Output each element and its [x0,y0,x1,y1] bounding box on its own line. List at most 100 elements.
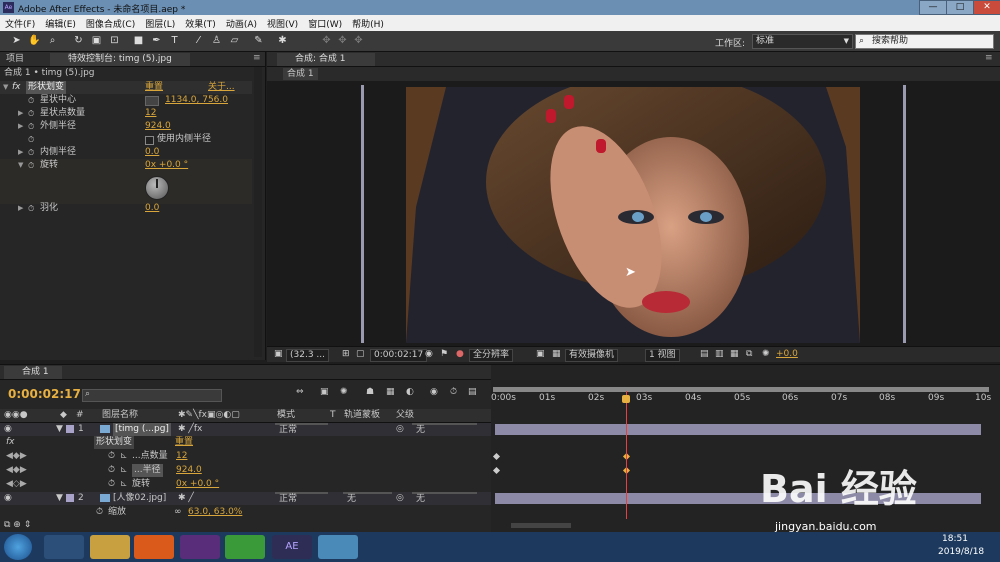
comp-mini-flowchart-icon[interactable]: ⇔ [296,387,304,397]
menu-edit[interactable]: 编辑(E) [40,15,81,30]
timeline-timecode[interactable]: 0:00:02:17 [8,387,81,401]
comp-subtab[interactable]: 合成 1 [283,68,318,80]
tab-project[interactable]: 项目 [2,53,28,66]
clock-time[interactable]: 18:51 [942,534,968,544]
tab-effect-controls[interactable]: 特效控制台: timg (5).jpg [50,53,190,66]
property-value[interactable]: 0.0 [145,202,159,215]
layer-row[interactable]: ◉ ▼ 2 [人像02.jpg] ✱ ╱ 正常 无 ◎ 无 [0,492,491,505]
composition-image[interactable]: ➤ [406,87,860,343]
property-value[interactable]: 63.0, 63.0% [188,506,242,519]
pen-tool-icon[interactable]: ✒ [150,34,163,47]
brainstorm-icon[interactable]: ◐ [406,387,414,397]
label-color-swatch[interactable] [66,494,74,502]
menu-effect[interactable]: 效果(T) [180,15,221,30]
menu-window[interactable]: 窗口(W) [303,15,347,30]
clock-date[interactable]: 2019/8/18 [938,547,984,557]
view-layout-select[interactable]: 1 视图 [645,349,680,362]
motion-blur-icon[interactable]: ▦ [386,387,395,397]
always-preview-icon[interactable]: ▣ [271,349,286,360]
parent-pickwhip-icon[interactable]: ◎ [396,423,404,436]
maximize-button[interactable]: □ [946,0,974,15]
layer-switches-icon[interactable]: ✱ ╱ [178,492,194,505]
property-row[interactable]: ◀◆▶ ⏱ ⊾ ...点数量 12 [0,450,491,463]
property-value[interactable]: 924.0 [145,120,171,133]
stopwatch-icon[interactable]: ⏱ [28,120,34,133]
work-area-bar[interactable] [493,387,989,392]
layer-switches-icon[interactable]: ✱ ╱fx [178,423,202,436]
eye-icon[interactable]: ◉ [4,423,12,436]
viewer-timecode[interactable]: 0:00:02:17 [370,349,428,362]
mode-select[interactable]: 正常 [275,492,328,504]
stopwatch-icon[interactable]: ⏱ [108,464,115,477]
property-value[interactable]: 12 [145,107,156,120]
rotation-dial[interactable] [145,176,169,200]
menu-help[interactable]: 帮助(H) [347,15,389,30]
zoom-select[interactable]: (32.3 ... [286,349,329,362]
effect-name[interactable]: 形状划变 [26,81,67,94]
transparency-grid-icon[interactable]: ▦ [549,349,564,360]
expand-triangle-icon[interactable]: ▶ [18,107,23,120]
layer-row[interactable]: ◉ ▼ 1 [timg (...pg] ✱ ╱fx 正常 ◎ 无 [0,423,491,436]
property-value[interactable]: 0.0 [145,146,159,159]
property-value[interactable]: 0x +0.0 ° [145,159,188,172]
camera-select[interactable]: 有效摄像机 [565,349,619,362]
expand-triangle-icon[interactable]: ▶ [18,146,23,159]
taskbar-player-icon[interactable] [180,535,220,559]
eraser-tool-icon[interactable]: ▱ [228,34,241,47]
parent-select[interactable]: 无 [412,492,477,504]
property-value[interactable]: 924.0 [176,464,202,477]
taskbar-firefox-icon[interactable] [134,535,174,559]
toggle-pixel-icon[interactable]: ▤ [697,349,712,360]
effect-about-link[interactable]: 关于... [208,81,235,94]
layer-name[interactable]: [人像02.jpg] [113,492,166,505]
taskbar-ae-icon[interactable]: AE [272,535,312,559]
stopwatch-icon[interactable]: ⏱ [28,146,34,159]
stopwatch-icon[interactable]: ⏱ [28,94,34,107]
panel-scrollbar[interactable] [254,67,262,357]
close-button[interactable]: ✕ [973,0,1000,15]
region-of-interest-icon[interactable]: ▣ [533,349,548,360]
view-axis-icon[interactable]: ✥ [352,34,365,47]
trkmat-select[interactable]: 无 [343,492,392,504]
effect-row[interactable]: fx 形状划变 重置 [0,436,491,449]
keyframe[interactable] [492,466,501,475]
panel-menu-icon[interactable]: ≡ [253,53,261,63]
graph-editor-icon[interactable]: ▤ [468,387,477,397]
layer-1-duration-bar[interactable] [495,424,981,435]
layer-name-header[interactable]: 图层名称 [102,409,138,422]
draft-3d-icon[interactable]: ▣ [320,387,329,397]
auto-keyframe-icon[interactable]: ◉ [430,387,438,397]
property-value[interactable]: 12 [176,450,187,463]
clone-stamp-tool-icon[interactable]: ♙ [210,34,223,47]
panel-menu-icon[interactable]: ≡ [985,53,993,63]
comp-flowchart-icon[interactable]: ⧉ [743,349,755,360]
collapse-triangle-icon[interactable]: ▼ [18,159,23,172]
parent-pickwhip-icon[interactable]: ◎ [396,492,404,505]
layer-name[interactable]: [timg (...pg] [113,423,171,436]
expand-triangle-icon[interactable]: ▶ [18,202,23,215]
property-row[interactable]: ⏱ 缩放 ∞ 63.0, 63.0% [0,506,491,519]
stopwatch-icon[interactable]: ⏱ [28,202,34,215]
zoom-slider[interactable] [511,523,571,528]
use-inner-radius-checkbox[interactable] [145,136,154,145]
fx-icon[interactable]: fx [6,436,15,449]
keyframe-navigator-icon[interactable]: ◀◆▶ [6,464,27,477]
rotate-tool-icon[interactable]: ↻ [72,34,85,47]
taskbar-app-icon[interactable] [318,535,358,559]
mode-select[interactable]: 正常 [275,423,328,435]
crosshair-point-icon[interactable] [145,96,159,106]
shy-layers-icon[interactable]: ✺ [340,387,348,397]
hand-tool-icon[interactable]: ✋ [28,34,41,47]
help-search-input[interactable]: ⌕ 搜索帮助 [855,34,994,49]
parent-select[interactable]: 无 [412,423,477,435]
fx-icon[interactable]: fx [12,81,21,94]
stopwatch-icon[interactable]: ⏱ [28,159,34,172]
channel-icon[interactable]: ● [453,349,467,360]
playhead[interactable] [626,391,628,519]
stopwatch-icon[interactable]: ⏱ [108,478,115,491]
zoom-tool-icon[interactable]: ⌕ [46,34,59,47]
menu-composition[interactable]: 图像合成(C) [81,15,140,30]
effect-name[interactable]: 形状划变 [94,436,135,449]
effect-reset-link[interactable]: 重置 [145,81,163,94]
exposure-reset-icon[interactable]: ✺ [759,349,773,360]
